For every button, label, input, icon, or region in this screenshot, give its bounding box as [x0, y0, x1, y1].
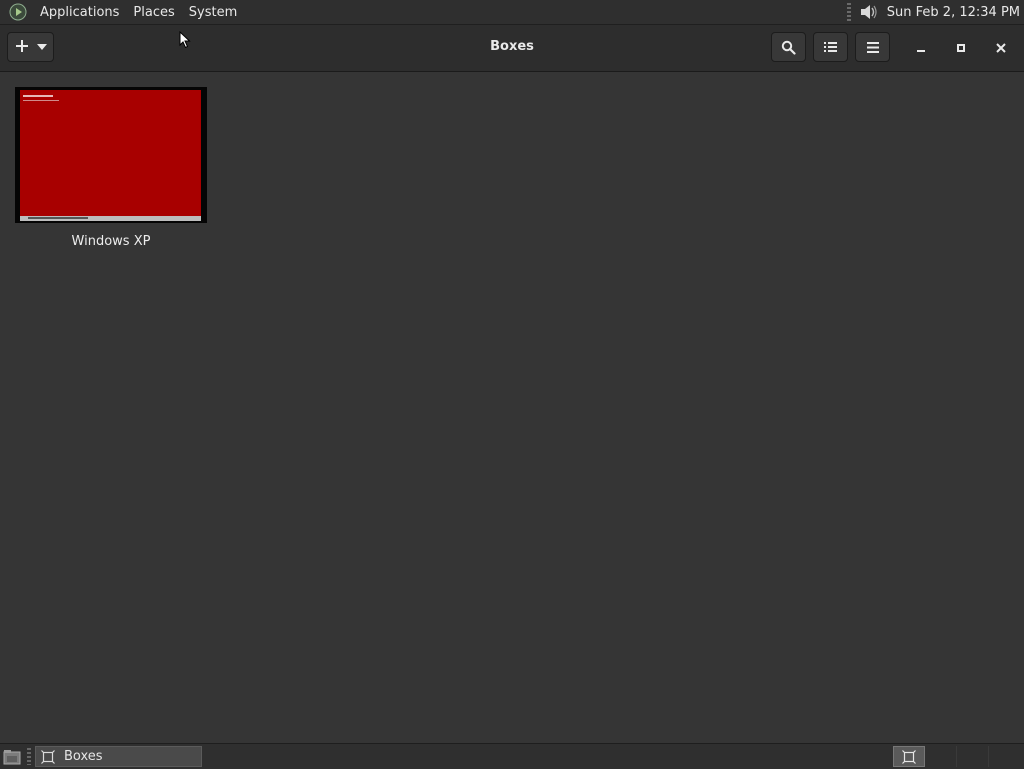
list-view-icon: [824, 41, 837, 53]
show-desktop-icon: [3, 749, 21, 765]
search-button[interactable]: [771, 32, 806, 62]
workspace-switcher[interactable]: [925, 746, 1021, 767]
menu-places[interactable]: Places: [126, 5, 181, 20]
close-button[interactable]: [990, 37, 1012, 59]
volume-icon[interactable]: [857, 1, 879, 23]
box-item[interactable]: Windows XP: [15, 87, 207, 249]
new-box-button[interactable]: [7, 32, 54, 62]
mouse-pointer-icon: [179, 30, 191, 49]
main-menu-button[interactable]: [855, 32, 890, 62]
minimize-button[interactable]: [910, 37, 932, 59]
maximize-button[interactable]: [950, 37, 972, 59]
workspace-switcher-active[interactable]: [893, 746, 925, 767]
box-thumbnail[interactable]: [15, 87, 207, 223]
search-icon: [781, 40, 796, 55]
bottom-panel: Boxes: [0, 743, 1024, 769]
box-name: Windows XP: [71, 234, 151, 249]
top-panel: Applications Places System Sun Feb 2, 12…: [0, 0, 1024, 25]
header-bar: Boxes: [0, 25, 1024, 72]
boxes-app-icon: [902, 749, 916, 764]
taskbar-item-boxes[interactable]: Boxes: [35, 746, 202, 767]
panel-separator: [846, 3, 851, 21]
boxes-collection: Windows XP: [0, 72, 1024, 742]
vm-screen-preview: [20, 90, 201, 216]
vm-status-bar: [20, 216, 201, 221]
minimize-icon: [916, 43, 926, 53]
close-icon: [996, 43, 1006, 53]
taskbar-item-label: Boxes: [64, 749, 103, 764]
plus-icon: [15, 38, 29, 57]
list-view-button[interactable]: [813, 32, 848, 62]
panel-separator: [27, 748, 31, 765]
hamburger-menu-icon: [866, 41, 879, 53]
menu-applications[interactable]: Applications: [33, 5, 126, 20]
show-desktop-button[interactable]: [2, 747, 22, 766]
boxes-app-icon: [40, 749, 56, 765]
maximize-icon: [956, 43, 966, 53]
menu-system[interactable]: System: [182, 5, 244, 20]
menu-logo-icon[interactable]: [9, 3, 27, 21]
chevron-down-icon: [36, 44, 47, 50]
clock[interactable]: Sun Feb 2, 12:34 PM: [887, 5, 1024, 20]
